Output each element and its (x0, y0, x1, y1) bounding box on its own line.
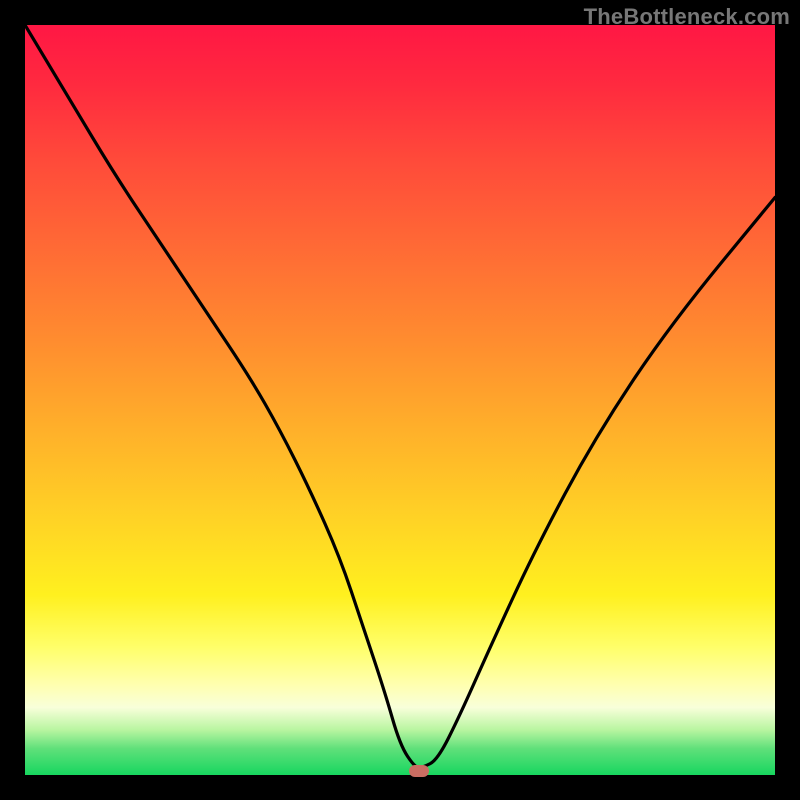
plot-area (25, 25, 775, 775)
curve-svg (25, 25, 775, 775)
watermark-text: TheBottleneck.com (584, 4, 790, 30)
chart-frame: TheBottleneck.com (0, 0, 800, 800)
bottleneck-curve-path (25, 25, 775, 768)
bottleneck-marker (409, 765, 429, 777)
